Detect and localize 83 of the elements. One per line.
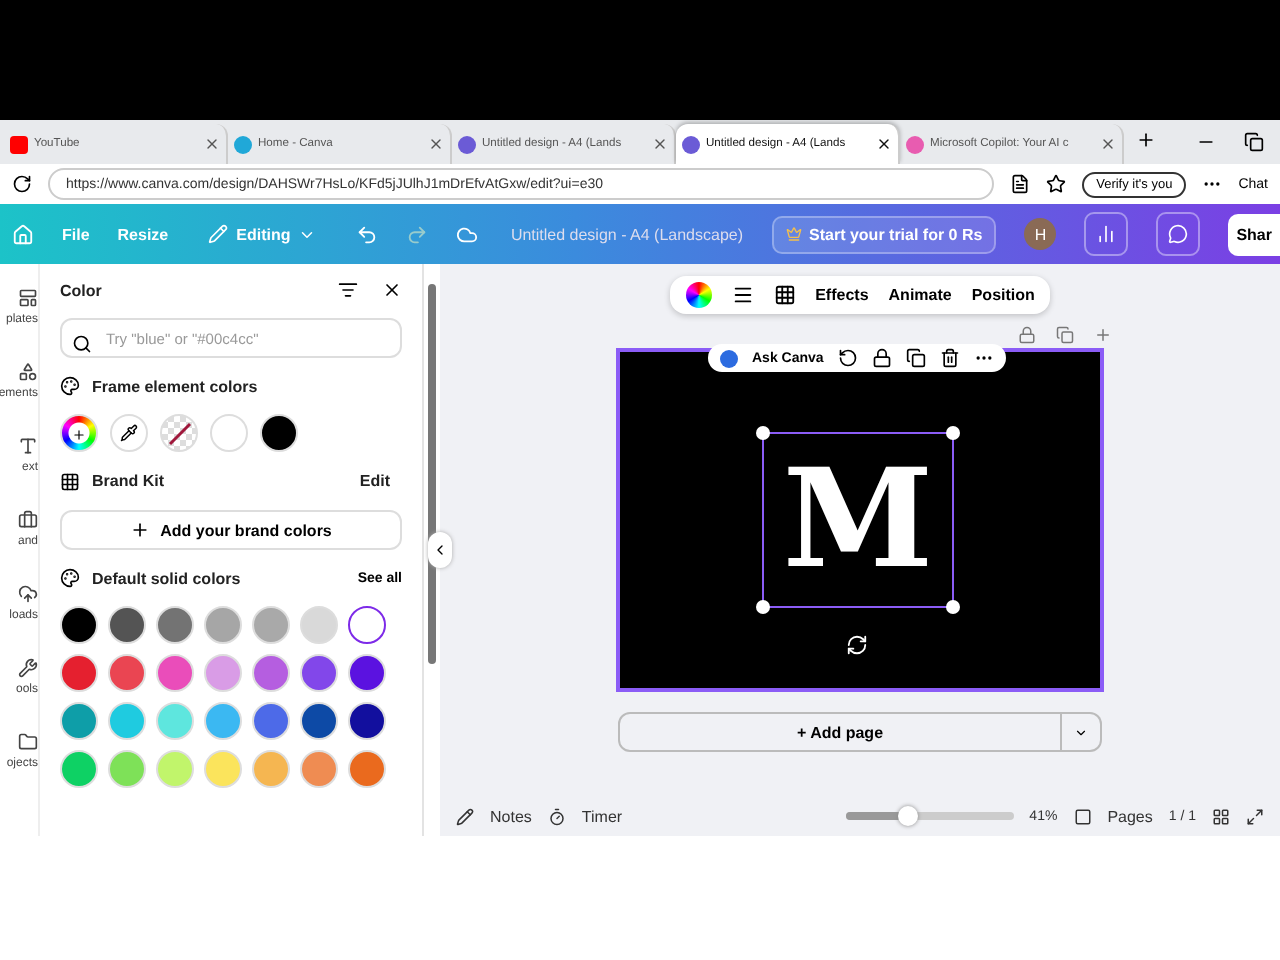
rotate-icon[interactable] <box>837 348 858 368</box>
collapse-button[interactable] <box>428 532 452 568</box>
letter-graphic: M <box>782 452 934 588</box>
reader-icon[interactable] <box>1010 174 1031 194</box>
section-title: Default solid colors <box>92 569 241 587</box>
toolbar-button[interactable]: Position <box>971 286 1035 304</box>
undo-icon[interactable] <box>356 223 379 245</box>
sidebar-icon[interactable] <box>18 584 38 604</box>
grid-icon[interactable] <box>1212 807 1230 825</box>
tab-favicon-icon <box>458 135 476 153</box>
favorite-icon[interactable] <box>1046 174 1067 194</box>
avatar[interactable]: H <box>1024 218 1057 250</box>
plus-icon <box>72 427 86 441</box>
trial-button[interactable]: Start your trial for 0 Rs <box>771 215 997 253</box>
slider-thumb[interactable] <box>897 806 918 826</box>
duplicate-icon[interactable] <box>905 348 926 368</box>
trash-icon[interactable] <box>939 348 960 368</box>
sidebar-icon[interactable] <box>18 658 38 678</box>
close-icon[interactable] <box>652 136 668 152</box>
transparency-icon[interactable] <box>773 284 796 306</box>
chevron-left-icon <box>432 542 448 558</box>
assistant-icon[interactable] <box>720 349 738 367</box>
sidebar-icon[interactable] <box>18 510 38 530</box>
tab-favicon-icon <box>10 135 28 153</box>
sidebar-icon[interactable] <box>18 288 38 308</box>
reload-icon[interactable] <box>12 174 32 194</box>
notes-button[interactable]: Notes <box>490 807 532 825</box>
toolbar-button[interactable]: Animate <box>888 286 952 304</box>
edit-link[interactable]: Edit <box>347 470 402 492</box>
resize-handle[interactable] <box>946 600 960 614</box>
cloud-icon[interactable] <box>456 223 479 245</box>
rotate-handle-icon[interactable] <box>846 634 868 656</box>
pages-icon[interactable] <box>1073 807 1092 825</box>
section-title: Frame element colors <box>92 377 258 395</box>
resize-handle[interactable] <box>756 600 770 614</box>
tab-favicon-icon <box>682 135 700 153</box>
insights-button[interactable] <box>1084 212 1129 256</box>
plus-icon <box>130 520 151 540</box>
color-swatch[interactable] <box>348 606 386 644</box>
sidebar-icon[interactable] <box>18 362 38 382</box>
timer-icon[interactable] <box>547 807 566 825</box>
close-icon[interactable] <box>428 136 444 152</box>
zoom-slider[interactable] <box>845 812 1014 820</box>
tab-favicon-icon <box>906 135 924 153</box>
resize-handle[interactable] <box>756 426 770 440</box>
tab-favicon-icon <box>234 135 252 153</box>
new-tab-icon[interactable] <box>1136 130 1156 150</box>
list-icon[interactable] <box>338 280 358 300</box>
scrollbar-thumb[interactable] <box>428 284 436 664</box>
share-button[interactable]: Shar <box>1228 213 1280 255</box>
fullscreen-icon[interactable] <box>1246 807 1264 825</box>
toolbar-button[interactable]: Effects <box>815 286 869 304</box>
palette-icon <box>60 376 80 396</box>
lines-icon[interactable] <box>731 284 754 306</box>
panel-title: Color <box>60 281 102 299</box>
pages-button[interactable]: Pages <box>1107 807 1153 825</box>
comment-button[interactable] <box>1156 212 1201 256</box>
crown-icon <box>785 226 802 242</box>
add-icon[interactable] <box>1094 326 1112 344</box>
notes-icon[interactable] <box>456 807 474 825</box>
comment-icon <box>1168 224 1189 244</box>
color-wheel-icon[interactable] <box>685 282 712 308</box>
bar-chart-icon <box>1096 224 1117 244</box>
close-icon[interactable] <box>382 280 402 300</box>
brand-kit-icon <box>60 471 80 491</box>
pencil-icon <box>208 224 229 244</box>
close-icon[interactable] <box>876 136 892 152</box>
restore-icon[interactable] <box>1244 132 1264 152</box>
sidebar-icon[interactable] <box>18 732 38 752</box>
add-brand-colors-button[interactable]: Add your brand colors <box>60 510 402 550</box>
lock-icon[interactable] <box>871 348 892 368</box>
timer-button[interactable]: Timer <box>581 807 623 825</box>
section-title: Brand Kit <box>92 472 164 490</box>
resize-handle[interactable] <box>946 426 960 440</box>
close-icon[interactable] <box>1100 136 1116 152</box>
add-color-button[interactable] <box>60 414 98 452</box>
eyedropper-icon <box>120 424 138 442</box>
sidebar-icon[interactable] <box>18 436 38 456</box>
no-color-swatch[interactable] <box>160 414 198 452</box>
close-icon[interactable] <box>204 136 220 152</box>
eyedropper-button[interactable] <box>110 414 148 452</box>
palette-icon <box>60 568 80 588</box>
add-page-button[interactable]: + Add page <box>618 712 1062 752</box>
